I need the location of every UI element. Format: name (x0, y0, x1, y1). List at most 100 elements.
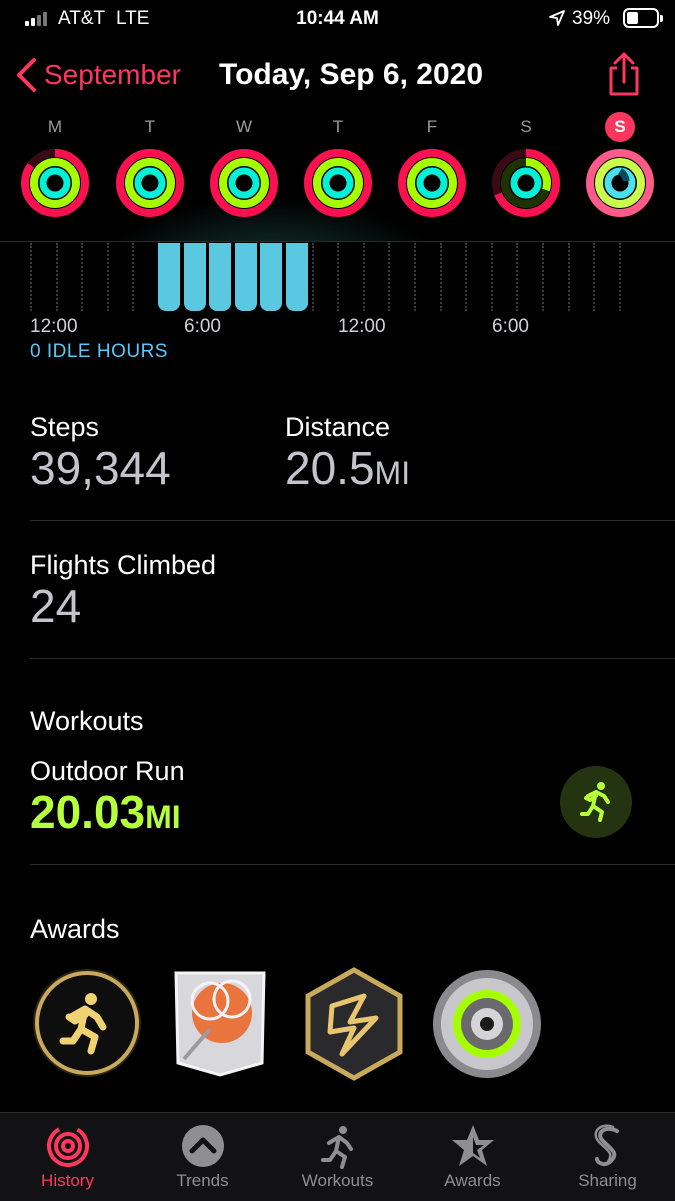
move-goal-ring-award-icon[interactable] (431, 968, 543, 1080)
day-label: T (144, 117, 156, 136)
day-wednesday[interactable]: W (204, 112, 284, 218)
hour-marker (312, 243, 314, 311)
outdoor-run-award-icon[interactable] (31, 967, 143, 1079)
workouts-heading: Workouts (30, 706, 144, 736)
history-rings-icon (46, 1125, 89, 1167)
steps-label: Steps (30, 412, 100, 442)
tick-label: 12:00 (30, 316, 78, 337)
hour-marker (516, 243, 518, 311)
workout-distance-value: 20.03 (30, 786, 146, 838)
hour-marker (491, 243, 493, 311)
trends-chevron-icon (181, 1125, 224, 1167)
hourly-stand-chart (28, 243, 648, 313)
hour-marker (363, 243, 365, 311)
day-label: W (235, 117, 253, 136)
idle-hours-label: 0 IDLE HOURS (30, 341, 168, 362)
tab-history[interactable]: History (0, 1113, 135, 1201)
hour-marker (568, 243, 570, 311)
activity-rings-icon (492, 149, 560, 217)
hexagon-lightning-award-icon[interactable] (302, 966, 406, 1082)
back-label: September (44, 59, 181, 90)
tab-label: History (41, 1171, 94, 1190)
tick-label: 12:00 (338, 316, 386, 337)
activity-rings-icon (116, 149, 184, 217)
hour-marker (440, 243, 442, 311)
day-friday[interactable]: F (392, 112, 472, 218)
workout-row[interactable]: Outdoor Run 20.03MI (30, 756, 185, 839)
running-figure-icon[interactable] (560, 766, 632, 838)
hour-marker (56, 243, 58, 311)
battery-icon (623, 8, 663, 28)
hour-marker (30, 243, 32, 311)
hour-marker (465, 243, 467, 311)
activity-rings-icon (586, 149, 654, 217)
day-thursday[interactable]: T (298, 112, 378, 218)
workout-name: Outdoor Run (30, 756, 185, 786)
stand-hour-bar (209, 243, 231, 311)
distance-unit: MI (374, 455, 411, 491)
day-label: F (426, 117, 438, 136)
hour-marker (337, 243, 339, 311)
location-arrow-icon (549, 10, 565, 26)
hour-marker (107, 243, 109, 311)
steps-value: 39,344 (30, 442, 171, 494)
sharing-s-icon (593, 1124, 619, 1167)
tab-label: Sharing (578, 1171, 637, 1190)
activity-rings-icon (21, 149, 89, 217)
back-button[interactable]: September (14, 52, 181, 98)
activity-rings-icon (210, 149, 278, 217)
hour-marker (81, 243, 83, 311)
distance-label: Distance (285, 412, 391, 442)
tab-label: Trends (176, 1171, 229, 1190)
tab-trends[interactable]: Trends (135, 1113, 270, 1201)
activity-rings-icon (398, 149, 466, 217)
hour-marker (593, 243, 595, 311)
workouts-runner-icon (320, 1126, 353, 1169)
steps-block: Steps 39,344 (30, 412, 171, 495)
stand-hour-bar (184, 243, 206, 311)
hour-marker (388, 243, 390, 311)
day-label-today: S (605, 112, 635, 142)
hour-marker (619, 243, 621, 311)
tab-sharing[interactable]: Sharing (540, 1113, 675, 1201)
day-tuesday[interactable]: T (110, 112, 190, 218)
day-sunday-today[interactable]: S (580, 112, 660, 218)
status-bar: AT&T LTE 10:44 AM 39% (0, 0, 675, 40)
awards-heading: Awards (30, 914, 120, 944)
flights-block: Flights Climbed 24 (30, 550, 216, 633)
day-label: S (520, 117, 532, 136)
tick-label: 6:00 (184, 316, 221, 337)
page-title: Today, Sep 6, 2020 (219, 58, 484, 91)
hour-marker (132, 243, 134, 311)
hour-marker (542, 243, 544, 311)
stand-hour-bar (260, 243, 282, 311)
divider (0, 241, 675, 242)
flights-label: Flights Climbed (30, 550, 217, 580)
divider (30, 864, 675, 865)
tab-awards[interactable]: Awards (405, 1113, 540, 1201)
awards-star-icon (451, 1125, 494, 1166)
divider (30, 520, 675, 521)
divider (30, 658, 675, 659)
flights-value: 24 (30, 580, 82, 632)
distance-block: Distance 20.5MI (285, 412, 410, 495)
share-icon[interactable] (603, 52, 645, 98)
activity-rings-icon (304, 149, 372, 217)
day-label: M (47, 117, 63, 136)
day-saturday[interactable]: S (486, 112, 566, 218)
tick-label: 6:00 (492, 316, 529, 337)
tab-label: Awards (444, 1171, 501, 1190)
day-label: T (332, 117, 344, 136)
workout-distance-unit: MI (145, 799, 181, 835)
stand-hour-bar (286, 243, 308, 311)
tab-workouts[interactable]: Workouts (270, 1113, 405, 1201)
chevron-left-icon (17, 58, 36, 92)
stand-hour-bar (158, 243, 180, 311)
stand-hour-bar (235, 243, 257, 311)
distance-value: 20.5 (285, 442, 375, 494)
week-activity-strip: M T W T F S S (0, 112, 675, 242)
day-monday[interactable]: M (15, 112, 95, 218)
tennis-ball-award-icon[interactable] (170, 969, 270, 1077)
battery-percent: 39% (572, 8, 611, 29)
tab-bar: History Trends Workouts Awards Sharing (0, 1112, 675, 1201)
